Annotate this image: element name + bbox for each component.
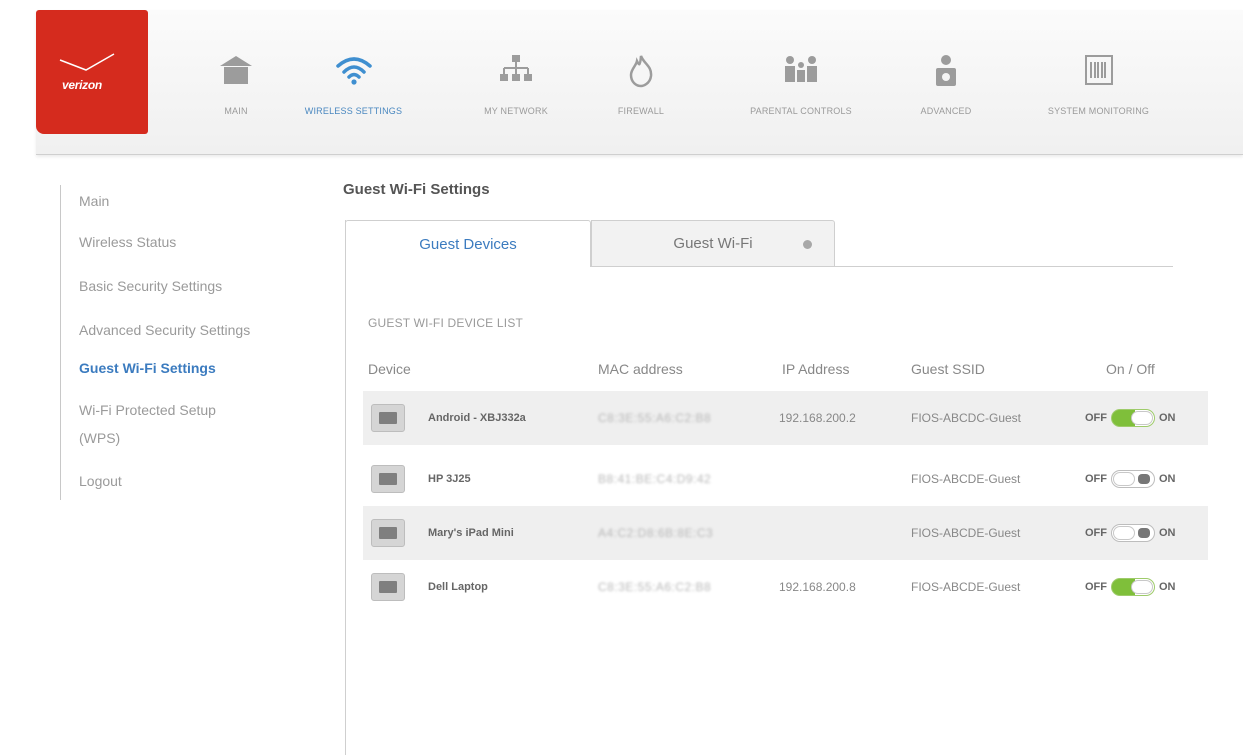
device-cell [371, 452, 405, 506]
tablet-icon [371, 404, 405, 432]
sidebar-item-main[interactable]: Main [79, 189, 109, 213]
network-icon [498, 54, 534, 91]
device-toggle[interactable] [1111, 470, 1155, 488]
tab-divider [835, 266, 1173, 267]
mac-address: B8:41:BE:C4:D9:42 [598, 472, 712, 486]
toggle-cell: OFF ON [1085, 391, 1176, 445]
ip-address: 192.168.200.2 [779, 411, 856, 425]
checkmark-icon [59, 53, 115, 71]
table-row: HP 3J25 B8:41:BE:C4:D9:42 FIOS-ABCDE-Gue… [363, 452, 1208, 506]
toggle-on-label: ON [1159, 473, 1176, 485]
sidebar: Main Wireless Status Basic Security Sett… [60, 185, 330, 500]
sidebar-item-wireless-status[interactable]: Wireless Status [79, 230, 176, 254]
sidebar-item-wps-suffix[interactable]: (WPS) [79, 426, 120, 450]
nav-system-monitoring[interactable]: SYSTEM MONITORING [1011, 10, 1186, 155]
ip-address: 192.168.200.8 [779, 580, 856, 594]
device-name: HP 3J25 [428, 473, 471, 485]
page-title: Guest Wi-Fi Settings [343, 181, 490, 198]
nav-label: ADVANCED [920, 106, 972, 116]
nav-main[interactable]: MAIN [186, 10, 286, 155]
laptop-icon [371, 573, 405, 601]
column-header-on-off: On / Off [1106, 361, 1155, 377]
monitor-icon [1084, 54, 1114, 91]
nav-label: PARENTAL CONTROLS [750, 106, 852, 116]
guest-ssid: FIOS-ABCDC-Guest [911, 411, 1022, 425]
device-name: Android - XBJ332a [428, 412, 526, 424]
nav-label: MY NETWORK [484, 106, 548, 116]
sidebar-item-advanced-security[interactable]: Advanced Security Settings [79, 318, 250, 342]
nav-label: MAIN [224, 106, 248, 116]
user-gear-icon [931, 54, 961, 93]
sidebar-item-logout[interactable]: Logout [79, 469, 122, 493]
guest-ssid: FIOS-ABCDE-Guest [911, 580, 1021, 594]
device-cell [371, 560, 405, 614]
home-icon [218, 54, 254, 91]
device-cell [371, 391, 405, 445]
device-toggle[interactable] [1111, 409, 1155, 427]
laptop-icon [371, 465, 405, 493]
toggle-on-label: ON [1159, 412, 1176, 424]
device-cell [371, 506, 405, 560]
device-name: Dell Laptop [428, 581, 488, 593]
tablet-icon [371, 519, 405, 547]
fire-icon [626, 54, 656, 93]
nav-firewall[interactable]: FIREWALL [591, 10, 691, 155]
sidebar-item-wps[interactable]: Wi-Fi Protected Setup [79, 398, 216, 422]
device-list-title: GUEST WI-FI DEVICE LIST [368, 316, 524, 330]
toggle-off-label: OFF [1085, 581, 1107, 593]
column-header-ssid: Guest SSID [911, 361, 985, 377]
toggle-off-label: OFF [1085, 412, 1107, 424]
nav-label: SYSTEM MONITORING [1047, 106, 1150, 116]
tab-guest-devices[interactable]: Guest Devices [345, 220, 591, 267]
mac-address: A4:C2:D8:6B:8E:C3 [598, 526, 714, 540]
wifi-icon [334, 54, 374, 91]
nav-wireless-settings[interactable]: WIRELESS SETTINGS [276, 10, 431, 155]
toggle-on-label: ON [1159, 581, 1176, 593]
nav-my-network[interactable]: MY NETWORK [456, 10, 576, 155]
tab-label: Guest Devices [419, 235, 517, 253]
toggle-cell: OFF ON [1085, 506, 1176, 560]
column-header-mac: MAC address [598, 361, 683, 377]
verizon-logo[interactable]: verizon [36, 10, 148, 134]
device-name: Mary's iPad Mini [428, 527, 514, 539]
nav-parental-controls[interactable]: PARENTAL CONTROLS [716, 10, 886, 155]
nav-label: WIRELESS SETTINGS [304, 106, 403, 116]
toggle-cell: OFF ON [1085, 452, 1176, 506]
toggle-cell: OFF ON [1085, 560, 1176, 614]
table-row: Android - XBJ332a C8:3E:55:A6:C2:B8 192.… [363, 391, 1208, 445]
tab-label: Guest Wi-Fi [673, 235, 753, 252]
column-header-device: Device [368, 361, 411, 377]
table-row: Mary's iPad Mini A4:C2:D8:6B:8E:C3 FIOS-… [363, 506, 1208, 560]
toggle-off-label: OFF [1085, 527, 1107, 539]
device-toggle[interactable] [1111, 578, 1155, 596]
mac-address: C8:3E:55:A6:C2:B8 [598, 580, 712, 594]
family-icon [781, 54, 821, 91]
logo-text: verizon [62, 78, 102, 92]
status-dot-icon [803, 240, 812, 249]
nav-advanced[interactable]: ADVANCED [896, 10, 996, 155]
tab-guest-wifi[interactable]: Guest Wi-Fi [591, 220, 835, 267]
mac-address: C8:3E:55:A6:C2:B8 [598, 411, 712, 425]
sidebar-item-guest-wifi[interactable]: Guest Wi-Fi Settings [79, 356, 216, 380]
toggle-off-label: OFF [1085, 473, 1107, 485]
sidebar-item-basic-security[interactable]: Basic Security Settings [79, 274, 222, 298]
toggle-on-label: ON [1159, 527, 1176, 539]
column-header-ip: IP Address [782, 361, 850, 377]
table-row: Dell Laptop C8:3E:55:A6:C2:B8 192.168.20… [363, 560, 1208, 614]
top-navigation-bar: MAIN WIRELESS SETTINGS MY NETWORK FIREWA… [36, 10, 1243, 155]
guest-ssid: FIOS-ABCDE-Guest [911, 526, 1021, 540]
device-toggle[interactable] [1111, 524, 1155, 542]
nav-label: FIREWALL [617, 106, 665, 116]
guest-ssid: FIOS-ABCDE-Guest [911, 472, 1021, 486]
